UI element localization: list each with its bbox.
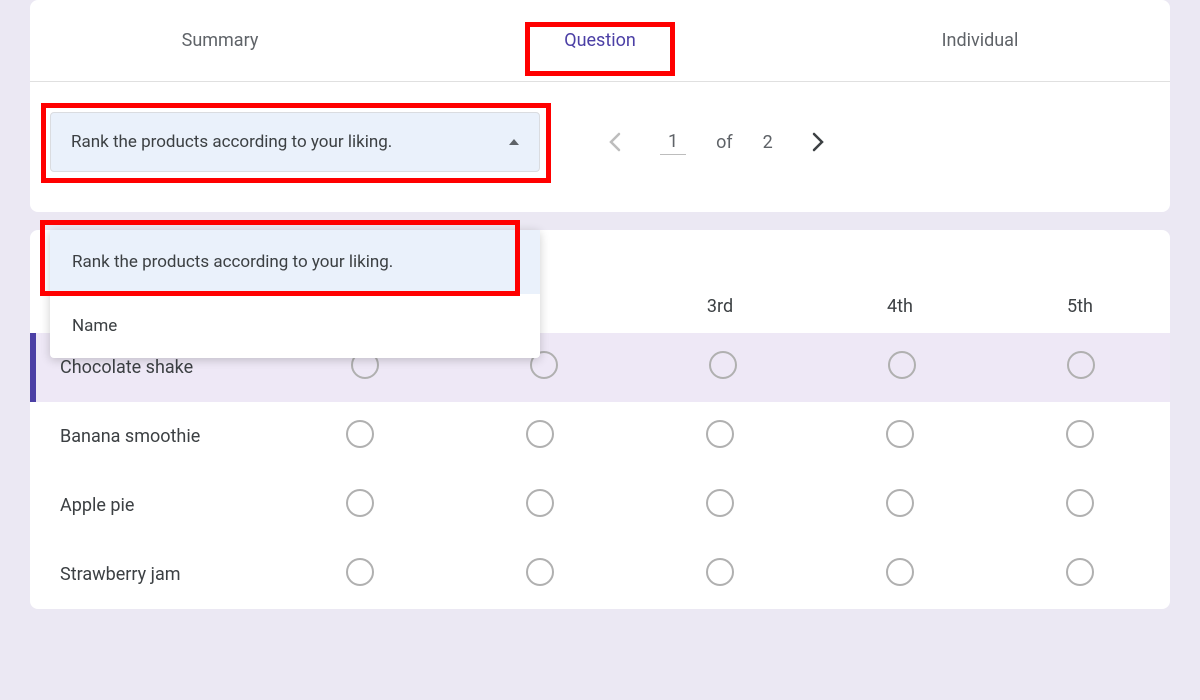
radio-option[interactable] <box>1066 558 1094 586</box>
radio-option[interactable] <box>346 489 374 517</box>
radio-option[interactable] <box>706 420 734 448</box>
radio-option[interactable] <box>526 489 554 517</box>
grid-row-label: Chocolate shake <box>36 355 276 380</box>
radio-option[interactable] <box>526 420 554 448</box>
radio-option[interactable] <box>1066 489 1094 517</box>
radio-option[interactable] <box>346 558 374 586</box>
annotation-highlight-tab <box>525 22 675 76</box>
question-selector-row: Rank the products according to your liki… <box>30 82 1170 212</box>
radio-option[interactable] <box>706 489 734 517</box>
grid-body: Chocolate shake Banana smoothie Apple pi… <box>30 333 1170 609</box>
radio-option[interactable] <box>886 420 914 448</box>
dropdown-option[interactable]: Rank the products according to your liki… <box>50 230 540 294</box>
radio-option[interactable] <box>888 351 916 379</box>
radio-option[interactable] <box>526 558 554 586</box>
dropdown-option[interactable]: Name <box>50 294 540 358</box>
responses-header-card: Summary Question Individual Rank the pro… <box>30 0 1170 212</box>
grid-row-label: Strawberry jam <box>30 562 270 587</box>
radio-option[interactable] <box>709 351 737 379</box>
grid-row-label: Banana smoothie <box>30 424 270 449</box>
tab-summary[interactable]: Summary <box>30 0 410 81</box>
grid-row: Apple pie <box>30 471 1170 540</box>
grid-row: Banana smoothie <box>30 402 1170 471</box>
grid-col-header-3: 3rd <box>630 296 810 317</box>
dropdown-option-label: Name <box>72 316 117 336</box>
pager-total-pages: 2 <box>763 132 773 153</box>
radio-option[interactable] <box>706 558 734 586</box>
pager-next-button[interactable] <box>803 127 833 157</box>
grid-col-header-5: 5th <box>990 296 1170 317</box>
annotation-highlight-option <box>40 220 520 296</box>
annotation-highlight-select <box>41 103 551 183</box>
question-dropdown-trigger[interactable]: Rank the products according to your liki… <box>50 112 540 172</box>
tabs-row: Summary Question Individual <box>30 0 1170 82</box>
grid-row-label: Apple pie <box>30 493 270 518</box>
radio-option[interactable] <box>886 489 914 517</box>
chevron-left-icon <box>609 132 621 152</box>
pager-prev-button <box>600 127 630 157</box>
chevron-right-icon <box>812 132 824 152</box>
question-dropdown-panel: Rank the products according to your liki… <box>50 230 540 358</box>
tab-question[interactable]: Question <box>410 0 790 81</box>
radio-option[interactable] <box>1066 420 1094 448</box>
radio-option[interactable] <box>886 558 914 586</box>
tab-individual[interactable]: Individual <box>790 0 1170 81</box>
grid-row: Strawberry jam <box>30 540 1170 609</box>
grid-col-header-4: 4th <box>810 296 990 317</box>
radio-option[interactable] <box>346 420 374 448</box>
pager-current-page[interactable]: 1 <box>660 129 686 155</box>
question-pager: 1 of 2 <box>600 127 833 157</box>
pager-separator: of <box>716 132 733 153</box>
radio-option[interactable] <box>1067 351 1095 379</box>
